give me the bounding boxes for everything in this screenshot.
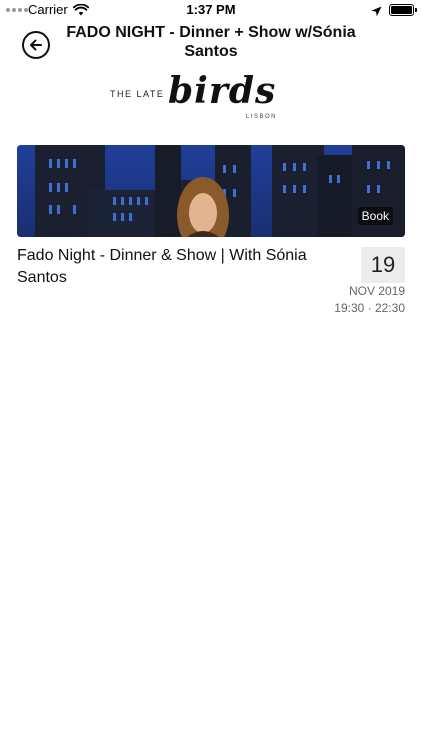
navigation-bar: FADO NIGHT - Dinner + Show w/Sónia Santo…: [0, 20, 422, 70]
event-title[interactable]: Fado Night - Dinner & Show | With Sónia …: [17, 245, 307, 289]
event-day: 19: [370, 252, 396, 277]
back-button[interactable]: [22, 31, 50, 59]
battery-icon: [389, 4, 417, 16]
venue-logo: THE LATE birds LISBON: [110, 70, 310, 124]
back-arrow-icon: [30, 39, 42, 51]
page-title: FADO NIGHT - Dinner + Show w/Sónia Santo…: [66, 24, 356, 60]
event-time-range: 19:30 · 22:30: [334, 301, 405, 315]
status-bar: Carrier 1:37 PM: [0, 0, 422, 20]
logo-subtitle: LISBON: [246, 114, 278, 120]
event-photo-illustration: [17, 145, 405, 237]
logo-prefix: THE LATE: [110, 89, 165, 99]
event-month-year: NOV 2019: [348, 284, 405, 298]
event-image[interactable]: Book: [17, 145, 405, 237]
book-button[interactable]: Book: [357, 207, 393, 225]
event-day-box: 19: [361, 247, 405, 283]
clock-time: 1:37 PM: [186, 2, 236, 17]
logo-script: birds: [168, 70, 277, 112]
